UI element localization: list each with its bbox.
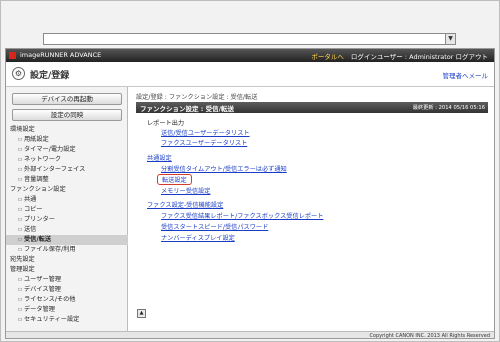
sidebar-item-19[interactable]: ▫ セキュリティー設定 (6, 315, 128, 325)
app-window: imageRUNNER ADVANCE ポータルへ ログインユーザー : Adm… (5, 48, 495, 339)
sidebar-item-label: ネットワーク (24, 156, 62, 163)
title-bar: imageRUNNER ADVANCE ポータルへ ログインユーザー : Adm… (6, 49, 494, 62)
address-bar[interactable]: ▼ (43, 33, 456, 45)
sidebar-item-7[interactable]: ▫ 共通 (6, 195, 128, 205)
sidebar-item-label: ファンクション設定 (10, 186, 66, 193)
fax-receive-settings-link[interactable]: ファクス設定-受信機能設定 (147, 200, 223, 209)
sidebar-item-label: 音量調整 (24, 176, 49, 183)
up-arrow-icon[interactable]: ▲ (137, 309, 146, 318)
sidebar-item-label: 環境設定 (10, 126, 35, 133)
sidebar-item-17[interactable]: ▫ ライセンス/その他 (6, 295, 128, 305)
mail-admin-link[interactable]: 管理者へメール (443, 70, 489, 80)
apply-settings-button[interactable]: 設定の同映 (12, 109, 122, 121)
login-user-logout[interactable]: ログインユーザー : Administrator ログアウト (351, 53, 488, 61)
sidebar-item-label: 受信/転送 (24, 236, 52, 243)
page-header: ⚙ 設定/登録 管理者へメール (6, 62, 494, 87)
split-receive-timeout-link[interactable]: 分割受信タイムアウト/受信エラーは必ず通知 (161, 164, 287, 173)
reboot-device-button[interactable]: デバイスの再起動 (12, 93, 122, 105)
sidebar-item-10[interactable]: ▫ 送信 (6, 225, 128, 235)
titlebar-links: ポータルへ ログインユーザー : Administrator ログアウト (311, 51, 488, 61)
sidebar-item-1[interactable]: ▫ 用紙設定 (6, 135, 128, 145)
sidebar-item-label: 送信 (24, 226, 37, 233)
fax-receive-report-link[interactable]: ファクス受信結果レポート/ファクスボックス受信レポート (161, 211, 323, 220)
send-receive-user-list-link[interactable]: 送信/受信ユーザーデータリスト (161, 128, 250, 137)
breadcrumb: 設定/登録 : ファンクション設定 : 受信/転送 (136, 94, 258, 101)
page-title: 設定/登録 (30, 71, 70, 81)
footer: Copyright CANON INC. 2013 All Rights Res… (6, 331, 494, 339)
sidebar-item-label: タイマー/電力設定 (24, 146, 76, 153)
receive-start-speed-link[interactable]: 受信スタートスピード/受信パスワード (161, 222, 268, 231)
sidebar-item-label: ユーザー管理 (24, 276, 62, 283)
last-updated: 最終更新 : 2014 05/16 05:16 (412, 105, 485, 111)
brand-name: imageRUNNER ADVANCE (20, 51, 102, 59)
sidebar-item-label: 外部インターフェイス (24, 166, 86, 173)
sidebar-section-6[interactable]: ファンクション設定 (6, 185, 128, 195)
memory-receive-settings-link[interactable]: メモリー受信設定 (161, 186, 211, 195)
brand-logo-icon (9, 52, 16, 59)
sidebar-item-label: デバイス管理 (24, 286, 61, 293)
portal-link[interactable]: ポータルへ (311, 53, 344, 61)
sidebar-section-0[interactable]: 環境設定 (6, 125, 128, 135)
sidebar-item-label: 共通 (24, 196, 37, 203)
sidebar-item-9[interactable]: ▫ プリンター (6, 215, 128, 225)
main-content: 設定/登録 : ファンクション設定 : 受信/転送 ファンクション設定 : 受信… (129, 87, 494, 338)
sidebar-item-label: 宛先設定 (10, 256, 35, 263)
report-heading: レポート出力 (147, 120, 185, 127)
sidebar-item-4[interactable]: ▫ 外部インターフェイス (6, 165, 128, 175)
dropdown-arrow-icon[interactable]: ▼ (445, 33, 456, 45)
common-settings-link[interactable]: 共通設定 (147, 153, 172, 162)
sidebar-section-14[interactable]: 管理設定 (6, 265, 128, 275)
sidebar-item-11[interactable]: ▫ 受信/転送 (6, 235, 128, 245)
sidebar-item-label: プリンター (24, 216, 55, 223)
sidebar-item-label: ライセンス/その他 (24, 296, 76, 303)
fax-user-list-link[interactable]: ファクスユーザーデータリスト (161, 138, 247, 147)
sidebar-item-label: データ管理 (24, 306, 55, 313)
sidebar-section-13[interactable]: 宛先設定 (6, 255, 128, 265)
sidebar-item-label: コピー (24, 206, 43, 213)
browser-frame: ▼ imageRUNNER ADVANCE ポータルへ ログインユーザー : A… (0, 0, 500, 342)
copyright-text: Copyright CANON INC. 2013 All Rights Res… (369, 333, 490, 339)
sidebar-item-12[interactable]: ▫ ファイル保存/利用 (6, 245, 128, 255)
section-header-bar: ファンクション設定 : 受信/転送 最終更新 : 2014 05/16 05:1… (136, 102, 488, 113)
sidebar-item-8[interactable]: ▫ コピー (6, 205, 128, 215)
sidebar-item-15[interactable]: ▫ ユーザー管理 (6, 275, 128, 285)
section-title: ファンクション設定 : 受信/転送 (140, 105, 234, 113)
sidebar-item-label: セキュリティー設定 (24, 316, 80, 323)
sidebar-item-3[interactable]: ▫ ネットワーク (6, 155, 128, 165)
sidebar-item-18[interactable]: ▫ データ管理 (6, 305, 128, 315)
sidebar-item-2[interactable]: ▫ タイマー/電力設定 (6, 145, 128, 155)
transfer-settings-link[interactable]: 転送設定 (157, 174, 192, 185)
sidebar-item-label: ファイル保存/利用 (24, 246, 76, 253)
sidebar-item-label: 用紙設定 (24, 136, 49, 143)
sidebar: デバイスの再起動 設定の同映 環境設定 ▫ 用紙設定 ▫ タイマー/電力設定 ▫ ネットワー… (6, 87, 128, 338)
sidebar-item-label: 管理設定 (10, 266, 35, 273)
number-display-settings-link[interactable]: ナンバーディスプレイ設定 (161, 233, 235, 242)
sidebar-item-16[interactable]: ▫ デバイス管理 (6, 285, 128, 295)
sidebar-menu: 環境設定 ▫ 用紙設定 ▫ タイマー/電力設定 ▫ ネットワーク ▫ 外部インターフェイス ▫ 音量… (6, 125, 128, 325)
sidebar-item-5[interactable]: ▫ 音量調整 (6, 175, 128, 185)
settings-icon: ⚙ (12, 67, 25, 80)
